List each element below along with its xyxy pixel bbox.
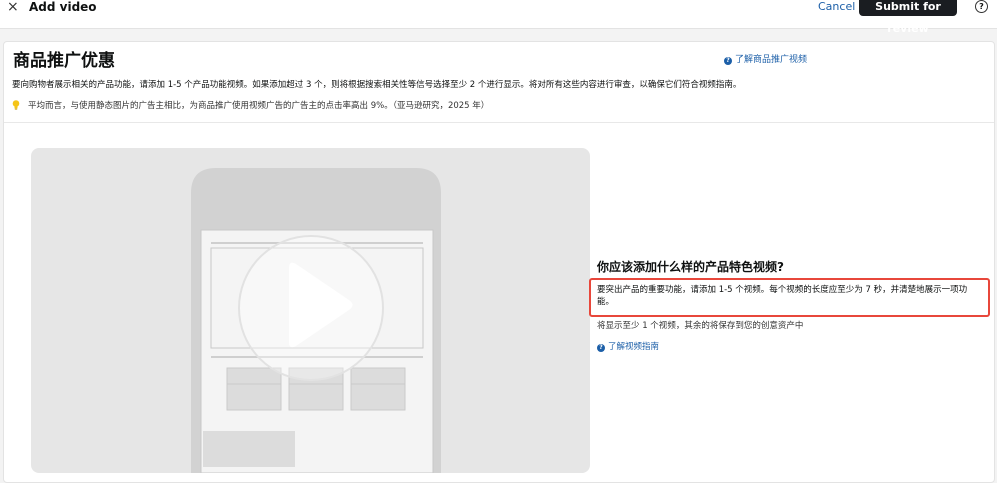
section-title: 商品推广优惠	[13, 51, 115, 71]
play-icon[interactable]	[31, 148, 590, 473]
video-guide-label: 了解视频指南	[608, 342, 660, 352]
tip-text: 平均而言，与使用静态图片的广告主相比，为商品推广使用视频广告的广告主的点击率高出…	[28, 101, 490, 111]
display-note: 将显示至少 1 个视频，其余的将保存到您的创意资产中	[597, 321, 804, 331]
learn-promo-video-link[interactable]: ? 了解商品推广视频	[724, 54, 807, 66]
learn-promo-video-label: 了解商品推广视频	[735, 55, 808, 65]
top-bar: × Add video Cancel Submit for review ?	[0, 0, 997, 35]
page-title: Add video	[29, 0, 97, 14]
lightbulb-icon	[12, 100, 20, 110]
info-circle-icon: ?	[597, 344, 605, 352]
close-icon[interactable]: ×	[7, 0, 21, 14]
submit-for-review-button[interactable]: Submit for review	[859, 0, 957, 35]
tip-row: 平均而言，与使用静态图片的广告主相比，为商品推广使用视频广告的广告主的点击率高出…	[12, 100, 489, 112]
cancel-button[interactable]: Cancel	[818, 1, 855, 13]
side-heading: 你应该添加什么样的产品特色视频?	[597, 260, 784, 274]
video-placeholder	[31, 148, 590, 473]
help-circle-icon[interactable]: ?	[975, 0, 988, 13]
divider	[4, 122, 994, 123]
section-description: 要向购物者展示相关的产品功能，请添加 1-5 个产品功能视频。如果添加超过 3 …	[12, 80, 742, 90]
promo-video-card: 商品推广优惠 ? 了解商品推广视频 要向购物者展示相关的产品功能，请添加 1-5 …	[3, 41, 995, 483]
info-circle-icon: ?	[724, 57, 732, 65]
video-guide-link[interactable]: ? 了解视频指南	[597, 341, 659, 353]
highlighted-requirement: 要突出产品的重要功能，请添加 1-5 个视频。每个视频的长度应至少为 7 秒，并…	[597, 285, 968, 307]
